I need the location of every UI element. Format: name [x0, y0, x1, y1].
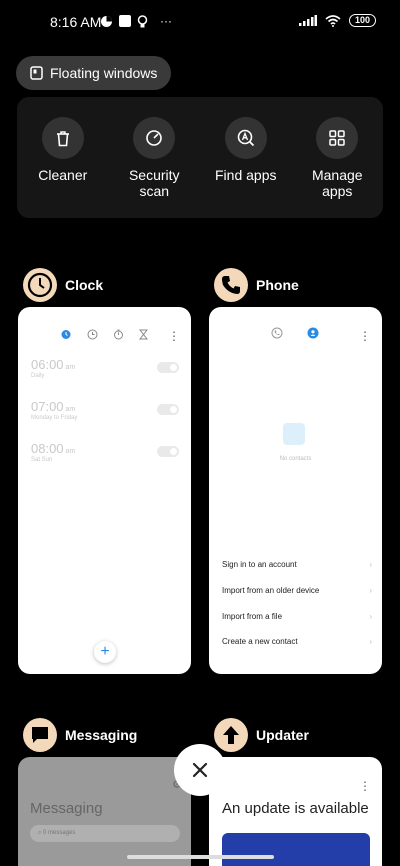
search-placeholder: 0 messages	[43, 830, 76, 836]
chevron-right-icon: ›	[369, 612, 372, 621]
add-alarm-button[interactable]: +	[94, 641, 116, 663]
updater-app-name: Updater	[256, 727, 309, 743]
sign-in-link[interactable]: Sign in to an account ›	[222, 560, 372, 569]
floating-windows-label: Floating windows	[50, 65, 158, 81]
create-contact-link[interactable]: Create a new contact ›	[222, 637, 372, 646]
chevron-right-icon: ›	[369, 637, 372, 646]
empty-contacts-text: No contacts	[279, 456, 312, 462]
close-icon	[192, 762, 208, 778]
alarm-time: 07:00	[31, 399, 64, 414]
alarm-time: 08:00	[31, 441, 64, 456]
updater-more-icon[interactable]: ⋮	[359, 779, 371, 793]
messaging-app-card[interactable]: ⚙ Messaging ⌕ 0 messages	[18, 757, 191, 866]
stopwatch-tab-icon[interactable]	[113, 329, 124, 340]
phone-app-name: Phone	[256, 277, 299, 293]
phone-more-icon[interactable]: ⋮	[359, 329, 371, 343]
messages-search-input[interactable]: ⌕ 0 messages	[30, 825, 180, 842]
cleaner-label: Cleaner	[38, 167, 88, 183]
alarm-item[interactable]: 08:00 am Sat Sun	[31, 441, 179, 463]
floating-windows-button[interactable]: Floating windows	[16, 56, 172, 90]
alarm-ampm: am	[65, 406, 76, 413]
update-title: An update is available	[222, 800, 369, 817]
clock-app-header[interactable]: Clock	[23, 268, 103, 302]
messaging-app-icon	[23, 718, 57, 752]
link-label: Sign in to an account	[222, 560, 297, 569]
chevron-right-icon: ›	[369, 560, 372, 569]
updater-app-card[interactable]: ⋮ An update is available	[209, 757, 382, 866]
updater-app-icon	[214, 718, 248, 752]
phone-tabs	[271, 327, 319, 339]
notification-icons: ···	[100, 14, 172, 28]
messaging-app-name: Messaging	[65, 727, 138, 743]
messaging-app-header[interactable]: Messaging	[23, 718, 137, 752]
trash-icon	[41, 117, 84, 159]
phone-app-card[interactable]: ⋮ No contacts Sign in to an account › Im…	[209, 307, 382, 674]
status-time: 8:16 AM	[50, 14, 102, 30]
alarm-time: 06:00	[31, 357, 64, 372]
alarm-toggle[interactable]	[157, 446, 179, 457]
chevron-right-icon: ›	[369, 586, 372, 595]
bulb-icon	[137, 14, 148, 27]
clock-app-icon	[23, 268, 57, 302]
link-label: Import from a file	[222, 612, 283, 621]
battery-icon: 100	[348, 14, 376, 27]
import-file-link[interactable]: Import from a file ›	[222, 612, 372, 621]
cleaner-button[interactable]: Cleaner	[23, 117, 103, 218]
find-apps-icon	[224, 117, 267, 159]
alarm-ampm: am	[65, 364, 76, 371]
phone-app-icon	[214, 268, 248, 302]
security-scan-button[interactable]: Security scan	[114, 117, 194, 218]
clock-app-name: Clock	[65, 277, 104, 293]
status-bar: 8:16 AM ··· 100	[0, 0, 400, 44]
link-label: Import from an older device	[222, 586, 320, 595]
security-scan-icon	[133, 117, 176, 159]
clock-app-card[interactable]: ⋮ 06:00 am Daily 07:00 am Monday to Friday…	[18, 307, 191, 674]
alarm-toggle[interactable]	[157, 404, 179, 415]
phone-app-header[interactable]: Phone	[214, 268, 299, 302]
alarm-ampm: am	[65, 448, 76, 455]
grid-icon	[316, 117, 359, 159]
manage-apps-label: Manage apps	[311, 167, 363, 199]
timer-tab-icon[interactable]	[139, 329, 148, 340]
world-clock-tab-icon[interactable]	[87, 329, 98, 340]
update-banner-image	[222, 833, 370, 866]
clear-all-button[interactable]	[174, 744, 226, 796]
data-saver-icon	[101, 15, 112, 27]
contact-placeholder-icon	[283, 423, 305, 445]
signal-icon	[298, 15, 317, 26]
clock-tabs	[60, 328, 148, 340]
updater-app-header[interactable]: Updater	[214, 718, 309, 752]
wifi-icon	[325, 14, 341, 27]
alarm-item[interactable]: 06:00 am Daily	[31, 357, 179, 379]
system-icons: 100	[298, 14, 376, 27]
home-indicator[interactable]	[127, 855, 274, 859]
messaging-title: Messaging	[30, 800, 103, 817]
link-label: Create a new contact	[222, 637, 298, 646]
find-apps-button[interactable]: Find apps	[206, 117, 286, 218]
manage-apps-button[interactable]: Manage apps	[297, 117, 377, 218]
alarm-toggle[interactable]	[157, 362, 179, 373]
find-apps-label: Find apps	[215, 167, 277, 183]
clock-more-icon[interactable]: ⋮	[168, 329, 180, 343]
contacts-tab-icon[interactable]	[307, 327, 319, 339]
recents-tab-icon[interactable]	[271, 327, 283, 339]
alarm-item[interactable]: 07:00 am Monday to Friday	[31, 399, 179, 421]
alarm-repeat: Sat Sun	[31, 457, 53, 463]
square-notification-icon	[119, 15, 131, 27]
alarm-repeat: Daily	[31, 373, 45, 379]
floating-window-icon	[30, 66, 43, 80]
alarm-tab-icon[interactable]	[60, 328, 72, 340]
more-notifications-icon: ···	[160, 14, 172, 28]
quick-tools-panel: Cleaner Security scan Find apps Manage a…	[17, 97, 383, 218]
security-scan-label: Security scan	[128, 167, 180, 199]
import-older-device-link[interactable]: Import from an older device ›	[222, 586, 372, 595]
alarm-repeat: Monday to Friday	[31, 415, 78, 421]
